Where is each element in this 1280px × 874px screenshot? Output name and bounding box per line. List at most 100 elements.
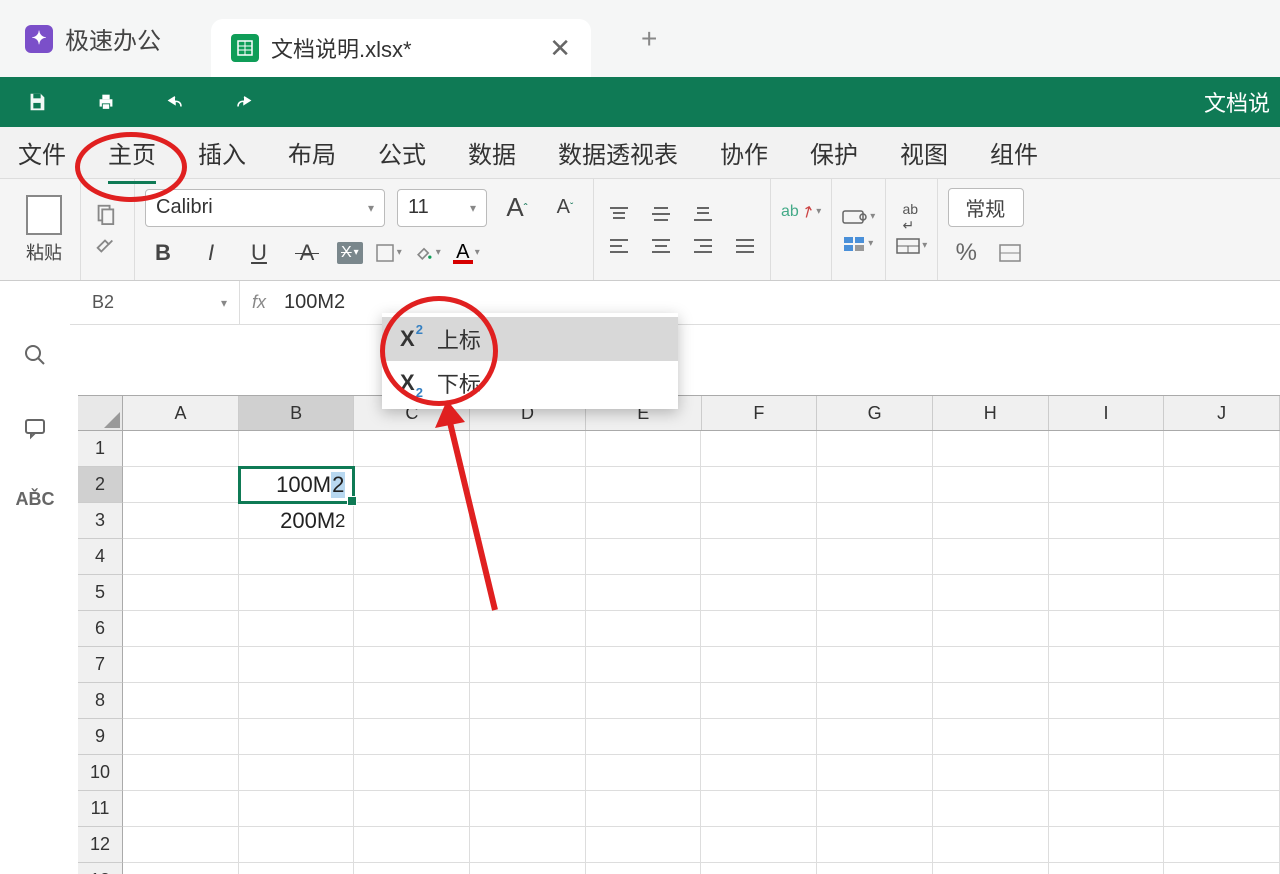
cell-J11[interactable]	[1164, 791, 1280, 827]
cell-A6[interactable]	[123, 611, 239, 647]
ribbon-tab-7[interactable]: 协作	[720, 127, 768, 178]
cell-F11[interactable]	[701, 791, 817, 827]
cell-D4[interactable]	[470, 539, 586, 575]
cell-F8[interactable]	[701, 683, 817, 719]
save-icon[interactable]	[25, 90, 49, 114]
cell-G12[interactable]	[817, 827, 933, 863]
print-icon[interactable]	[94, 90, 118, 114]
cell-G10[interactable]	[817, 755, 933, 791]
font-family-select[interactable]: Calibri▾	[145, 189, 385, 227]
align-top-icon[interactable]	[604, 202, 634, 226]
accounting-icon[interactable]	[996, 241, 1024, 265]
paste-button[interactable]: 粘贴	[18, 191, 70, 269]
cell-G1[interactable]	[817, 431, 933, 467]
cell-A5[interactable]	[123, 575, 239, 611]
ribbon-tab-0[interactable]: 文件	[18, 127, 66, 178]
bold-button[interactable]: B	[145, 235, 181, 271]
cell-G13[interactable]	[817, 863, 933, 874]
align-right-icon[interactable]	[688, 234, 718, 258]
cell-G9[interactable]	[817, 719, 933, 755]
name-box[interactable]: B2▾	[80, 281, 240, 324]
cell-I11[interactable]	[1049, 791, 1165, 827]
cell-D10[interactable]	[470, 755, 586, 791]
redo-icon[interactable]	[232, 90, 256, 114]
italic-button[interactable]: I	[193, 235, 229, 271]
cell-D3[interactable]	[470, 503, 586, 539]
col-header-G[interactable]: G	[817, 396, 933, 430]
cell-E4[interactable]	[586, 539, 702, 575]
col-header-B[interactable]: B	[239, 396, 355, 430]
cell-A8[interactable]	[123, 683, 239, 719]
wrap-text-icon[interactable]: ab↵	[896, 206, 924, 230]
orientation-button[interactable]: ab↗▾	[781, 202, 821, 222]
cell-B6[interactable]	[239, 611, 355, 647]
formula-input[interactable]: 100M2	[278, 291, 1280, 314]
cell-A13[interactable]	[123, 863, 239, 874]
border-button[interactable]: ▾	[375, 243, 402, 263]
cell-H9[interactable]	[933, 719, 1049, 755]
cell-F9[interactable]	[701, 719, 817, 755]
cell-C6[interactable]	[354, 611, 470, 647]
cell-B12[interactable]	[239, 827, 355, 863]
cell-B13[interactable]	[239, 863, 355, 874]
cell-A12[interactable]	[123, 827, 239, 863]
cell-C9[interactable]	[354, 719, 470, 755]
row-header-8[interactable]: 8	[78, 683, 123, 719]
row-header-5[interactable]: 5	[78, 575, 123, 611]
cell-H7[interactable]	[933, 647, 1049, 683]
cell-D6[interactable]	[470, 611, 586, 647]
named-range-button[interactable]: ▾	[842, 207, 875, 227]
cell-A4[interactable]	[123, 539, 239, 575]
ribbon-tab-5[interactable]: 数据	[468, 127, 516, 178]
cell-D8[interactable]	[470, 683, 586, 719]
cell-D12[interactable]	[470, 827, 586, 863]
copy-icon[interactable]	[91, 202, 119, 226]
cell-I12[interactable]	[1049, 827, 1165, 863]
cell-I2[interactable]	[1049, 467, 1165, 503]
row-header-12[interactable]: 12	[78, 827, 123, 863]
col-header-A[interactable]: A	[123, 396, 239, 430]
cell-I8[interactable]	[1049, 683, 1165, 719]
cell-G5[interactable]	[817, 575, 933, 611]
cell-J3[interactable]	[1164, 503, 1280, 539]
cell-H12[interactable]	[933, 827, 1049, 863]
font-color-button[interactable]: A▾	[453, 241, 480, 264]
cell-E8[interactable]	[586, 683, 702, 719]
col-header-F[interactable]: F	[702, 396, 818, 430]
spellcheck-icon[interactable]: AB̌C	[16, 489, 55, 510]
cell-H3[interactable]	[933, 503, 1049, 539]
cell-B4[interactable]	[239, 539, 355, 575]
number-format-select[interactable]: 常规	[948, 188, 1024, 227]
cell-D7[interactable]	[470, 647, 586, 683]
cell-J12[interactable]	[1164, 827, 1280, 863]
cell-I6[interactable]	[1049, 611, 1165, 647]
row-header-3[interactable]: 3	[78, 503, 123, 539]
col-header-J[interactable]: J	[1164, 396, 1280, 430]
cell-E1[interactable]	[586, 431, 702, 467]
search-icon[interactable]	[23, 343, 47, 374]
cell-H8[interactable]	[933, 683, 1049, 719]
cell-J1[interactable]	[1164, 431, 1280, 467]
decrease-font-icon[interactable]: Aˇ	[547, 190, 583, 226]
cell-J6[interactable]	[1164, 611, 1280, 647]
ribbon-tab-2[interactable]: 插入	[198, 127, 246, 178]
cell-E2[interactable]	[586, 467, 702, 503]
cell-C5[interactable]	[354, 575, 470, 611]
cell-A10[interactable]	[123, 755, 239, 791]
cell-F6[interactable]	[701, 611, 817, 647]
cell-G8[interactable]	[817, 683, 933, 719]
cell-A7[interactable]	[123, 647, 239, 683]
cell-H5[interactable]	[933, 575, 1049, 611]
cell-B9[interactable]	[239, 719, 355, 755]
cell-G7[interactable]	[817, 647, 933, 683]
document-tab[interactable]: 文档说明.xlsx* ✕	[211, 19, 591, 77]
cell-D13[interactable]	[470, 863, 586, 874]
cell-H4[interactable]	[933, 539, 1049, 575]
cell-F5[interactable]	[701, 575, 817, 611]
cell-B7[interactable]	[239, 647, 355, 683]
cell-D9[interactable]	[470, 719, 586, 755]
cell-C1[interactable]	[354, 431, 470, 467]
cell-D1[interactable]	[470, 431, 586, 467]
cell-E10[interactable]	[586, 755, 702, 791]
cell-C10[interactable]	[354, 755, 470, 791]
